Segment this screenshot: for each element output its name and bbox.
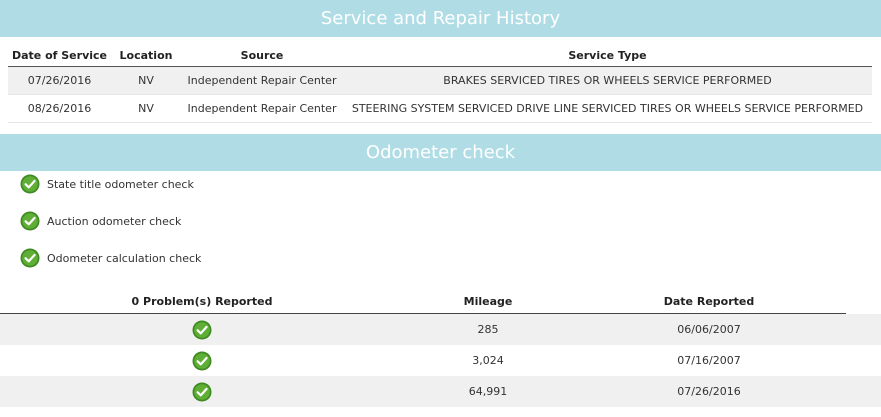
- service-source: Independent Repair Center: [181, 66, 343, 95]
- date-reported-value: 06/06/2007: [572, 313, 846, 345]
- column-header-source: Source: [181, 44, 343, 67]
- service-type: STEERING SYSTEM SERVICED DRIVE LINE SERV…: [343, 94, 872, 123]
- column-header-service-type: Service Type: [343, 44, 872, 67]
- date-reported-value: 07/26/2016: [572, 376, 846, 407]
- check-label: State title odometer check: [47, 178, 194, 191]
- table-row: 285 06/06/2007: [0, 313, 846, 345]
- status-cell: [0, 376, 404, 407]
- mileage-value: 64,991: [404, 376, 572, 407]
- table-row: 07/26/2016 NV Independent Repair Center …: [8, 66, 872, 95]
- date-reported-value: 07/16/2007: [677, 354, 741, 367]
- table-row: 3,024 07/16/2007: [0, 345, 846, 376]
- check-circle-icon: [192, 351, 212, 370]
- odometer-readings-table: 0 Problem(s) Reported Mileage Date Repor…: [0, 289, 846, 407]
- column-header-mileage: Mileage: [404, 289, 572, 314]
- check-label: Auction odometer check: [47, 215, 182, 228]
- table-row: 64,991 07/26/2016: [0, 376, 846, 407]
- check-circle-icon: [20, 174, 40, 194]
- check-circle-icon: [20, 211, 40, 231]
- mileage-value: 285: [404, 313, 572, 345]
- service-source: Independent Repair Center: [181, 94, 343, 123]
- check-label: Odometer calculation check: [47, 252, 202, 265]
- service-location: NV: [111, 66, 181, 95]
- table-row: 08/26/2016 NV Independent Repair Center …: [8, 94, 872, 123]
- odometer-check-list: State title odometer check Auction odome…: [20, 174, 201, 285]
- list-item: Auction odometer check: [20, 211, 201, 248]
- status-cell: [0, 345, 404, 376]
- service-location: NV: [111, 94, 181, 123]
- table-header-row: Date of Service Location Source Service …: [8, 44, 872, 67]
- list-item: State title odometer check: [20, 174, 201, 211]
- service-history-banner: Service and Repair History: [0, 0, 881, 37]
- service-date: 08/26/2016: [8, 94, 111, 123]
- list-item: Odometer calculation check: [20, 248, 201, 285]
- status-cell: [0, 313, 404, 345]
- odometer-check-banner: Odometer check: [0, 134, 881, 171]
- service-date: 07/26/2016: [8, 66, 111, 95]
- column-header-problems: 0 Problem(s) Reported: [0, 289, 404, 314]
- check-circle-icon: [192, 320, 212, 339]
- column-header-location: Location: [111, 44, 181, 67]
- column-header-date-reported: Date Reported: [572, 289, 846, 314]
- odometer-check-title: Odometer check: [365, 142, 516, 163]
- service-history-table: Date of Service Location Source Service …: [8, 44, 872, 123]
- mileage-value: 3,024: [472, 354, 504, 367]
- check-circle-icon: [20, 248, 40, 268]
- service-history-title: Service and Repair History: [320, 8, 561, 29]
- table-header-row: 0 Problem(s) Reported Mileage Date Repor…: [0, 289, 846, 314]
- column-header-date: Date of Service: [8, 44, 111, 67]
- service-type: BRAKES SERVICED TIRES OR WHEELS SERVICE …: [343, 66, 872, 95]
- check-circle-icon: [192, 382, 212, 401]
